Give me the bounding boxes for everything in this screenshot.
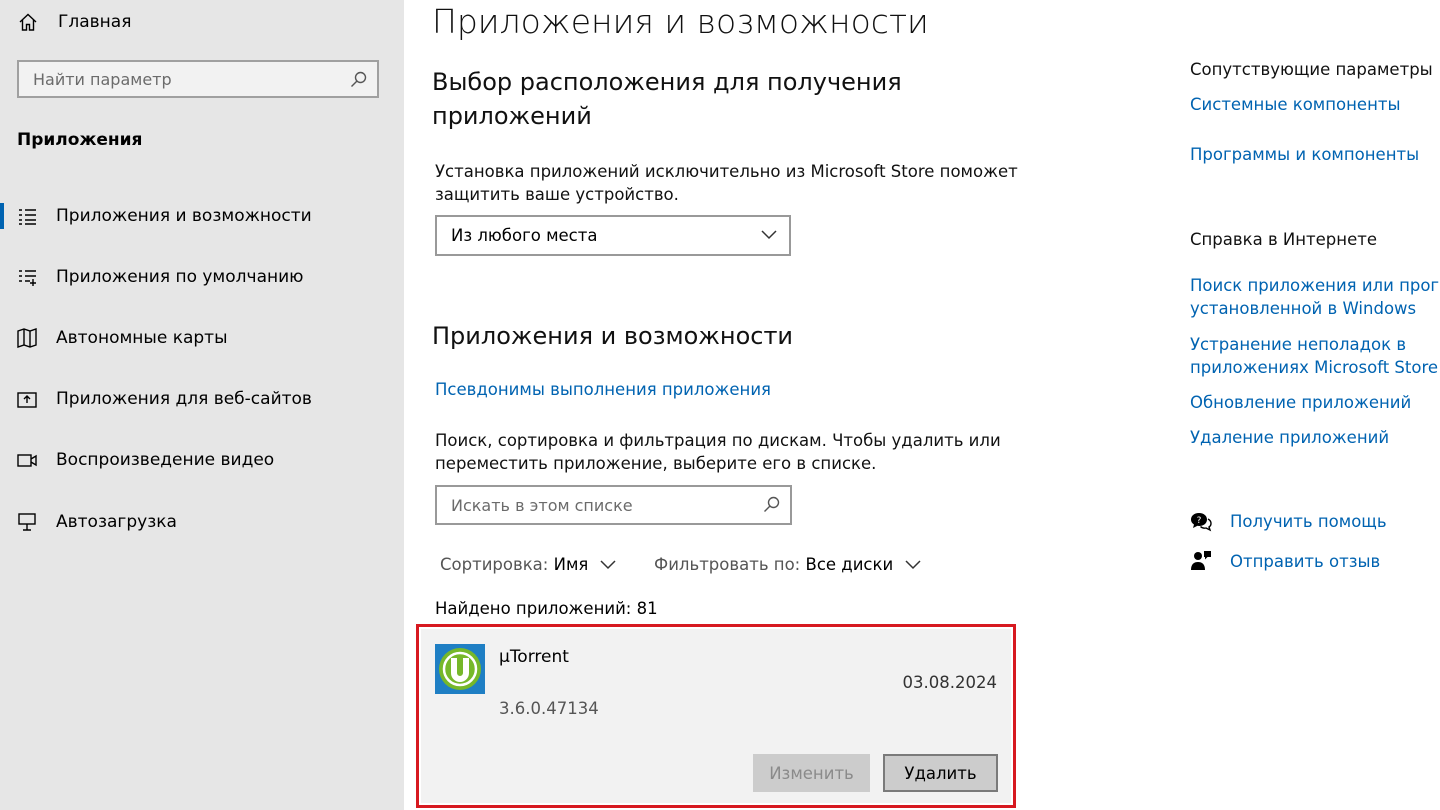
web-help-link-update-apps[interactable]: Обновление приложений: [1190, 391, 1411, 414]
page-title: Приложения и возможности: [432, 2, 929, 41]
heading-line: Выбор расположения для получения: [432, 68, 902, 96]
link-line: Поиск приложения или програ: [1190, 276, 1440, 295]
sort-value: Имя: [553, 555, 589, 574]
sidebar-item-label: Автозагрузка: [56, 512, 177, 532]
description-line: Поиск, сортировка и фильтрация по дискам…: [435, 431, 1001, 450]
web-help-link-uninstall-apps[interactable]: Удаление приложений: [1190, 426, 1389, 449]
description-line: переместить приложение, выберите его в с…: [435, 454, 877, 473]
search-icon[interactable]: [350, 71, 367, 88]
search-icon[interactable]: [763, 496, 780, 513]
link-line: установленной в Windows: [1190, 299, 1417, 318]
chat-help-icon: ?: [1191, 513, 1212, 532]
web-help-link-troubleshoot[interactable]: Устранение неполадок в приложениях Micro…: [1190, 333, 1438, 379]
app-execution-aliases-link[interactable]: Псевдонимы выполнения приложения: [435, 378, 771, 401]
install-location-heading: Выбор расположения для получения приложе…: [432, 65, 902, 133]
dropdown-value: Из любого места: [451, 226, 598, 245]
sidebar-section-title: Приложения: [17, 130, 143, 150]
apps-features-heading: Приложения и возможности: [432, 322, 794, 350]
sort-dropdown[interactable]: Сортировка: Имя: [440, 555, 616, 574]
send-feedback-label: Отправить отзыв: [1230, 551, 1381, 571]
sidebar-item-startup[interactable]: Автозагрузка: [0, 499, 404, 545]
sidebar-item-web-apps[interactable]: Приложения для веб-сайтов: [0, 376, 404, 422]
chevron-down-icon: [905, 559, 921, 569]
home-label: Главная: [58, 12, 132, 32]
apps-found-count: Найдено приложений: 81: [435, 599, 658, 618]
heading-line: приложений: [432, 102, 592, 130]
get-help-label: Получить помощь: [1230, 511, 1387, 531]
sidebar-item-label: Приложения и возможности: [56, 206, 312, 226]
main-content: Приложения и возможности Выбор расположе…: [404, 0, 1164, 810]
sidebar-item-video-playback[interactable]: Воспроизведение видео: [0, 437, 404, 483]
get-help-link[interactable]: ? Получить помощь: [1190, 510, 1387, 532]
app-list-search-box: [435, 485, 792, 525]
web-apps-icon: [17, 392, 37, 408]
link-line: Устранение неполадок в: [1190, 335, 1407, 354]
chevron-down-icon: [761, 230, 777, 240]
apps-list-icon: [19, 209, 36, 225]
sidebar-item-label: Приложения по умолчанию: [56, 267, 304, 287]
chevron-down-icon: [600, 559, 616, 569]
filter-dropdown[interactable]: Фильтровать по: Все диски: [654, 555, 921, 574]
install-source-dropdown[interactable]: Из любого места: [435, 215, 791, 256]
sidebar-item-default-apps[interactable]: Приложения по умолчанию: [0, 254, 404, 300]
related-settings-panel: Сопутствующие параметры Системные компон…: [1164, 0, 1440, 810]
startup-icon: [18, 513, 36, 531]
offline-maps-icon: [17, 328, 37, 348]
apps-list-description: Поиск, сортировка и фильтрация по дискам…: [435, 429, 1001, 475]
svg-text:?: ?: [1197, 516, 1202, 526]
description-line: защитить ваше устройство.: [435, 185, 679, 204]
programs-features-link[interactable]: Программы и компоненты: [1190, 143, 1419, 166]
sort-label: Сортировка:: [440, 555, 549, 574]
sidebar: Главная Приложения Приложения и возможно…: [0, 0, 404, 810]
highlight-frame: [416, 624, 1016, 808]
filter-label: Фильтровать по:: [654, 555, 801, 574]
home-link[interactable]: Главная: [18, 8, 131, 36]
home-icon: [19, 13, 37, 31]
app-list-search-input[interactable]: [437, 487, 790, 523]
send-feedback-link[interactable]: Отправить отзыв: [1190, 550, 1380, 572]
sidebar-item-offline-maps[interactable]: Автономные карты: [0, 315, 404, 361]
settings-search-input[interactable]: [19, 62, 377, 96]
description-line: Установка приложений исключительно из Mi…: [435, 162, 1018, 181]
settings-search-box: [17, 60, 379, 98]
install-location-description: Установка приложений исключительно из Mi…: [435, 160, 1018, 206]
web-help-heading: Справка в Интернете: [1190, 230, 1377, 249]
sidebar-item-label: Автономные карты: [56, 328, 228, 348]
filter-value: Все диски: [805, 555, 894, 574]
feedback-icon: [1191, 551, 1211, 570]
sidebar-item-label: Воспроизведение видео: [56, 450, 275, 470]
sidebar-item-label: Приложения для веб-сайтов: [56, 389, 312, 409]
video-playback-icon: [17, 454, 37, 467]
default-apps-icon: [19, 270, 36, 286]
sidebar-item-apps-features[interactable]: Приложения и возможности: [0, 193, 404, 239]
link-line: приложениях Microsoft Store: [1190, 358, 1439, 377]
web-help-link-find-app[interactable]: Поиск приложения или програ установленно…: [1190, 274, 1440, 320]
related-settings-heading: Сопутствующие параметры: [1190, 60, 1433, 79]
system-components-link[interactable]: Системные компоненты: [1190, 93, 1401, 116]
